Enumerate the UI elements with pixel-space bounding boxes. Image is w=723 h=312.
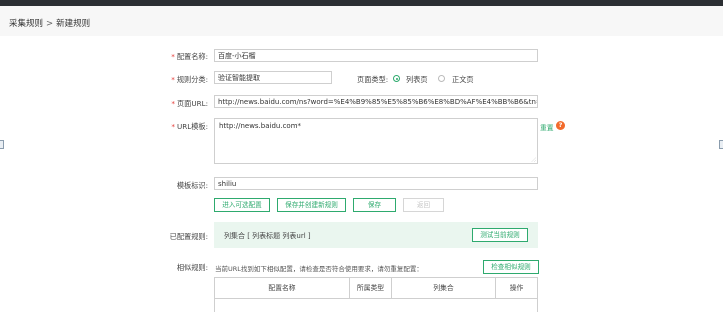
breadcrumb-current: 新建规则 [56, 19, 91, 29]
radio-list-page[interactable] [393, 75, 400, 82]
save-and-new-button[interactable]: 保存并创建新规则 [277, 198, 346, 212]
required-asterisk: * [171, 122, 175, 131]
configured-rules-text: 列集合 [ 列表标题 列表url ] [224, 232, 311, 240]
visual-config-button[interactable]: 进入可选配置 [214, 198, 270, 212]
configured-rules-box: 列集合 [ 列表标题 列表url ] 测试当前规则 [214, 222, 538, 248]
template-id-input[interactable]: shiliu [214, 177, 538, 190]
url-template-textarea[interactable]: http://news.baidu.com* [214, 118, 538, 164]
name-label: * 配置名称: [171, 52, 208, 61]
column-header-type: 所属类型 [356, 284, 385, 292]
configured-rules-label: 已配置规则: [169, 232, 208, 241]
breadcrumb-bar: 采集规则 > 新建规则 [0, 6, 723, 37]
similar-rules-table-body [214, 299, 538, 312]
category-label: * 规则分类: [171, 75, 208, 84]
page-url-input[interactable]: http://news.baidu.com/ns?word=%E4%B9%85%… [214, 95, 538, 108]
radio-list-page-label[interactable]: 列表页 [406, 75, 428, 85]
check-similar-button[interactable]: 检查相似规则 [483, 260, 539, 274]
resize-grip-icon[interactable] [531, 157, 536, 162]
url-template-label: * URL模板: [171, 122, 208, 131]
radio-content-page[interactable] [438, 75, 445, 82]
required-asterisk: * [171, 75, 175, 84]
breadcrumb: 采集规则 > 新建规则 [9, 17, 90, 29]
config-name-input[interactable]: 百度-小石榴 [214, 49, 538, 62]
template-id-label: 模板标识: [176, 181, 208, 190]
reset-link[interactable]: 重置 [540, 122, 554, 132]
required-asterisk: * [171, 99, 175, 108]
similar-rules-label: 相似规则: [176, 263, 208, 272]
url-template-value: http://news.baidu.com* [219, 122, 302, 130]
page-url-label: * 页面URL: [171, 99, 208, 108]
similar-rules-hint: 当前URL找到如下相似配置，请检查是否符合使用要求，请勿重复配置： [215, 265, 423, 273]
question-circle-icon[interactable]: ? [556, 121, 565, 130]
back-button[interactable]: 返回 [403, 198, 444, 212]
similar-rules-table: 配置名称 所属类型 列集合 操作 [214, 277, 538, 299]
column-header-action: 操作 [509, 284, 524, 292]
right-resize-handle[interactable] [719, 140, 723, 149]
breadcrumb-separator: > [46, 19, 54, 29]
page-type-label: 页面类型: [357, 75, 389, 84]
required-asterisk: * [171, 52, 175, 61]
test-rule-button[interactable]: 测试当前规则 [472, 228, 528, 242]
column-header-list-set: 列集合 [433, 284, 454, 292]
save-button[interactable]: 保存 [353, 198, 396, 212]
column-header-config-name: 配置名称 [268, 284, 296, 292]
radio-content-page-label[interactable]: 正文页 [452, 75, 474, 85]
breadcrumb-parent[interactable]: 采集规则 [9, 19, 43, 29]
left-resize-handle[interactable] [0, 140, 4, 149]
category-input[interactable]: 验证智能提取 [214, 71, 332, 84]
